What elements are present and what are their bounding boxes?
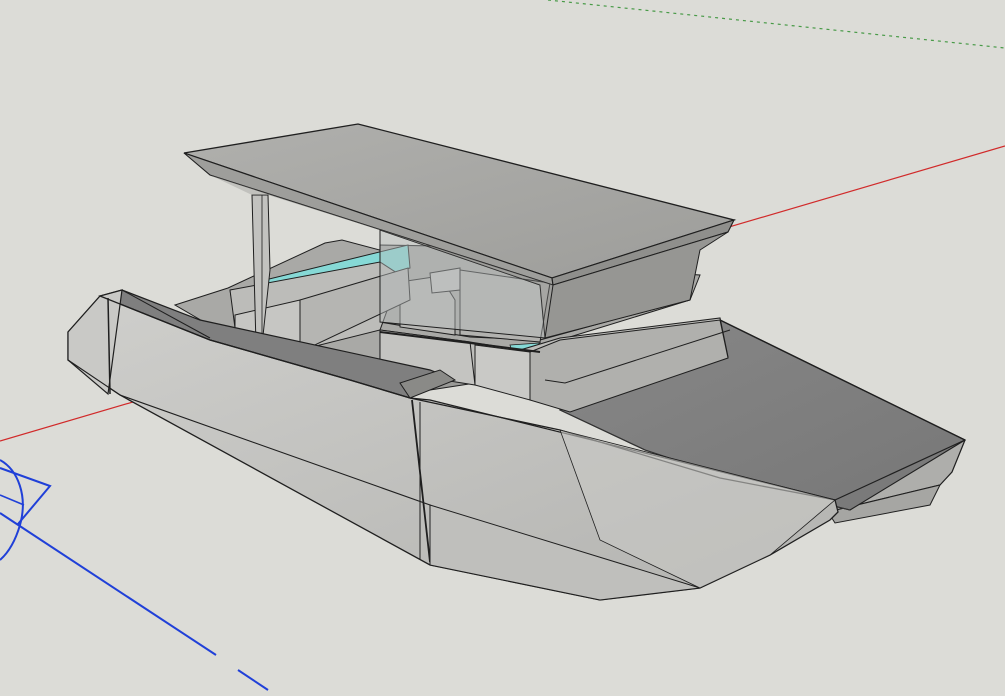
green-axis-line [547, 0, 1005, 49]
blue-axis-group [0, 512, 269, 691]
scene-canvas[interactable] [0, 0, 1005, 696]
3d-viewport[interactable] [0, 0, 1005, 696]
protractor-icon[interactable] [0, 459, 52, 561]
